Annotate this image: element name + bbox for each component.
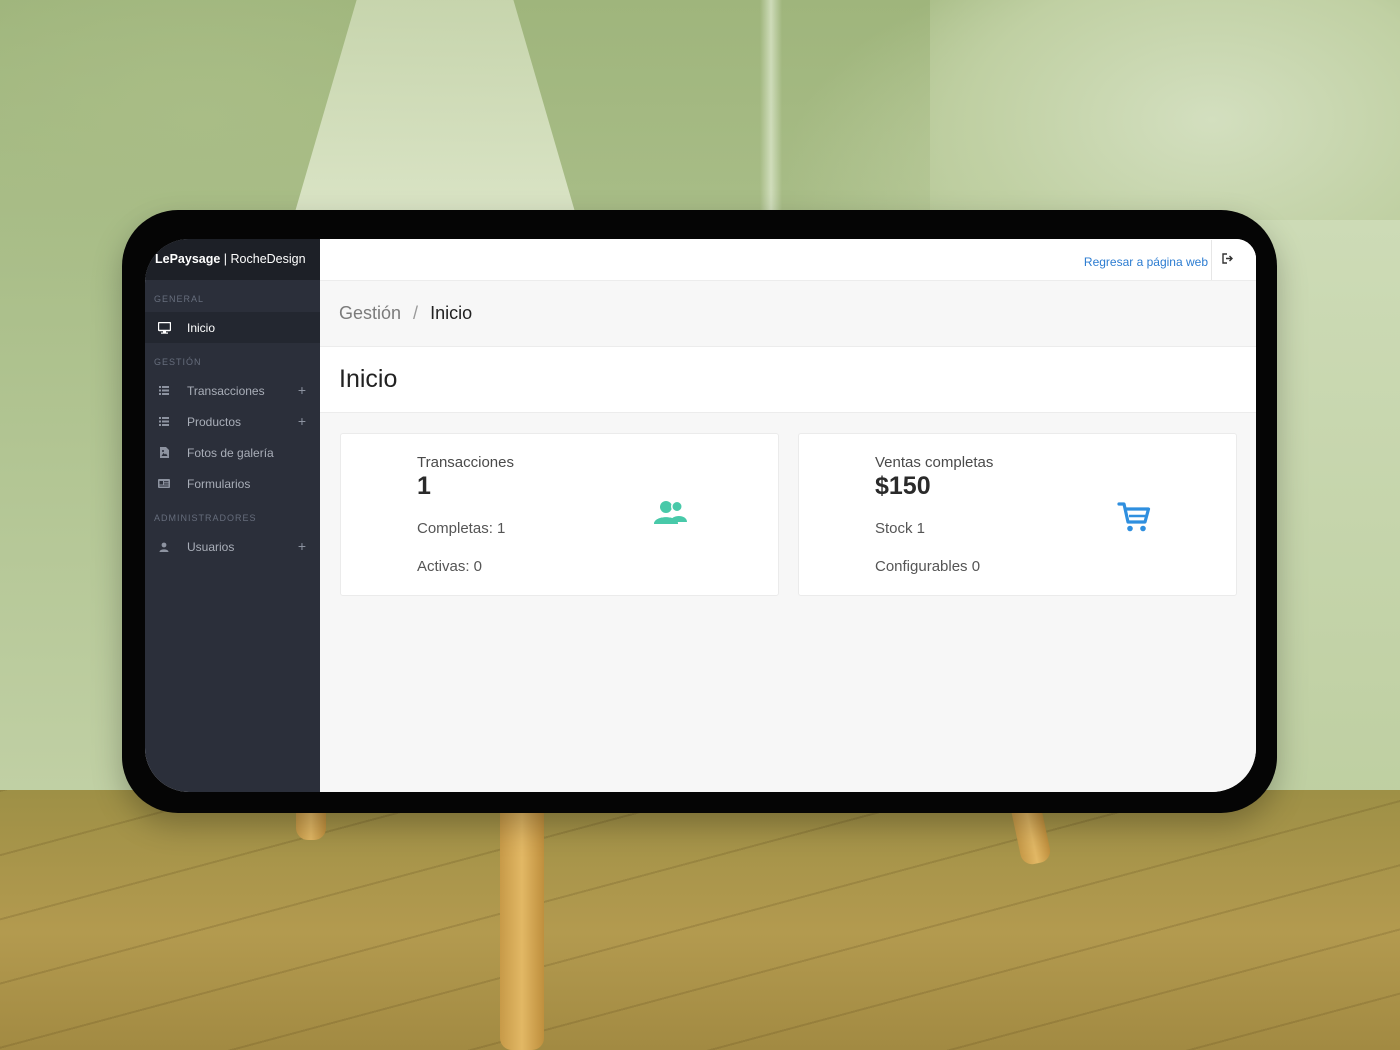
user-icon bbox=[157, 540, 171, 554]
sidebar-item-fotos-de-galeria[interactable]: Fotos de galería bbox=[145, 437, 320, 468]
expand-plus-icon[interactable]: + bbox=[298, 414, 306, 428]
file-image-icon bbox=[157, 446, 171, 460]
main-content: Regresar a página web Gestión / Inicio I… bbox=[320, 239, 1256, 792]
brand-subtitle: | RocheDesign bbox=[220, 252, 306, 266]
monitor-icon bbox=[157, 321, 171, 335]
tablet-device-frame: LePaysage | RocheDesign GENERAL Inicio G… bbox=[122, 210, 1277, 813]
page-title: Inicio bbox=[320, 347, 1256, 413]
users-icon bbox=[654, 500, 688, 531]
sidebar-item-label: Formularios bbox=[187, 476, 251, 491]
background-vase-stem bbox=[760, 0, 782, 214]
sidebar-item-label: Productos bbox=[187, 414, 242, 429]
expand-plus-icon[interactable]: + bbox=[298, 383, 306, 397]
sidebar-item-productos[interactable]: Productos + bbox=[145, 406, 320, 437]
transactions-card: Transacciones 1 Completas: 1 Activas: 0 bbox=[340, 433, 779, 596]
logout-icon bbox=[1222, 251, 1233, 269]
breadcrumb-current: Inicio bbox=[430, 303, 473, 323]
background-floor bbox=[0, 790, 1400, 1050]
app-screen: LePaysage | RocheDesign GENERAL Inicio G… bbox=[145, 239, 1256, 792]
id-card-icon bbox=[157, 477, 171, 491]
card-detail: Completas: 1 bbox=[417, 520, 506, 537]
card-detail: Stock 1 bbox=[875, 520, 926, 537]
card-label: Ventas completas bbox=[875, 454, 994, 471]
card-label: Transacciones bbox=[417, 454, 514, 471]
sidebar-item-label: Fotos de galería bbox=[187, 445, 274, 460]
card-detail: Configurables 0 bbox=[875, 558, 981, 575]
sidebar-item-usuarios[interactable]: Usuarios + bbox=[145, 531, 320, 562]
sidebar-item-label: Inicio bbox=[187, 320, 216, 335]
sidebar: LePaysage | RocheDesign GENERAL Inicio G… bbox=[145, 239, 320, 792]
shopping-cart-icon bbox=[1117, 500, 1151, 539]
navbar-divider bbox=[1211, 239, 1212, 280]
brand[interactable]: LePaysage | RocheDesign bbox=[145, 239, 320, 280]
expand-plus-icon[interactable]: + bbox=[298, 539, 306, 553]
sidebar-item-formularios[interactable]: Formularios bbox=[145, 468, 320, 499]
card-value: 1 bbox=[417, 472, 431, 500]
background-table-leg bbox=[500, 800, 544, 1050]
card-value: $150 bbox=[875, 472, 931, 500]
section-title-gestion: GESTIÓN bbox=[154, 357, 202, 367]
breadcrumb-separator: / bbox=[413, 303, 419, 323]
list-icon bbox=[157, 384, 171, 398]
sidebar-item-inicio[interactable]: Inicio bbox=[145, 312, 320, 343]
top-navbar: Regresar a página web bbox=[320, 239, 1256, 281]
breadcrumb-root[interactable]: Gestión bbox=[339, 303, 401, 324]
section-title-administradores: ADMINISTRADORES bbox=[154, 513, 257, 523]
sidebar-item-label: Transacciones bbox=[187, 383, 265, 398]
back-to-website-link[interactable]: Regresar a página web bbox=[1084, 255, 1209, 269]
logout-button[interactable] bbox=[1222, 251, 1248, 269]
card-detail: Activas: 0 bbox=[417, 558, 483, 575]
section-title-general: GENERAL bbox=[154, 294, 205, 304]
sidebar-item-label: Usuarios bbox=[187, 539, 235, 554]
list-icon bbox=[157, 415, 171, 429]
sales-card: Ventas completas $150 Stock 1 Configurab… bbox=[798, 433, 1237, 596]
sidebar-item-transacciones[interactable]: Transacciones + bbox=[145, 375, 320, 406]
breadcrumb: Gestión / Inicio bbox=[320, 281, 1256, 347]
brand-name: LePaysage bbox=[155, 252, 221, 266]
